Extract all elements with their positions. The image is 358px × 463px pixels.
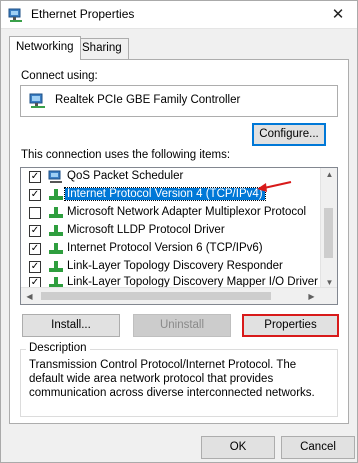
qos-scheduler-icon xyxy=(48,170,62,183)
adapter-name: Realtek PCIe GBE Family Controller xyxy=(55,94,241,106)
configure-button[interactable]: Configure... xyxy=(252,123,326,146)
close-icon[interactable]: ✕ xyxy=(319,1,357,29)
cancel-button[interactable]: Cancel xyxy=(281,436,355,459)
item-checkbox[interactable]: ✓ xyxy=(29,171,41,183)
item-label: Internet Protocol Version 4 (TCP/IPv4) xyxy=(64,187,266,201)
item-checkbox[interactable]: ✓ xyxy=(29,243,41,255)
uninstall-button: Uninstall xyxy=(133,314,231,337)
tab-networking[interactable]: Networking xyxy=(9,36,81,60)
tab-sharing[interactable]: Sharing xyxy=(75,38,129,59)
window-title: Ethernet Properties xyxy=(31,7,135,21)
vertical-scrollbar[interactable]: ▲ ▼ xyxy=(320,168,337,289)
protocol-icon xyxy=(49,207,63,218)
item-label: QoS Packet Scheduler xyxy=(67,170,184,182)
title-bar: Ethernet Properties ✕ xyxy=(1,1,357,29)
red-arrow-annotation-icon xyxy=(257,181,292,192)
properties-button[interactable]: Properties xyxy=(242,314,339,337)
ok-button[interactable]: OK xyxy=(201,436,275,459)
description-text: Transmission Control Protocol/Internet P… xyxy=(29,359,315,399)
protocol-icon xyxy=(49,225,63,236)
item-checkbox[interactable]: ✓ xyxy=(29,225,41,237)
network-adapter-icon xyxy=(29,93,45,108)
protocol-icon xyxy=(49,243,63,254)
list-item[interactable]: ✓ Internet Protocol Version 6 (TCP/IPv6) xyxy=(21,240,321,258)
items-label: This connection uses the following items… xyxy=(21,149,231,161)
protocol-icon xyxy=(49,189,63,200)
item-checkbox[interactable]: ✓ xyxy=(29,261,41,273)
item-checkbox[interactable] xyxy=(29,207,41,219)
install-button[interactable]: Install... xyxy=(22,314,120,337)
item-label: Internet Protocol Version 6 (TCP/IPv6) xyxy=(67,242,263,254)
scroll-down-icon[interactable]: ▼ xyxy=(321,278,337,287)
item-label: Microsoft LLDP Protocol Driver xyxy=(67,224,225,236)
ethernet-properties-dialog: Ethernet Properties ✕ Networking Sharing… xyxy=(0,0,358,463)
scroll-right-icon[interactable]: ▶ xyxy=(303,292,320,301)
item-checkbox[interactable]: ✓ xyxy=(29,189,41,201)
list-item[interactable]: ✓ Microsoft LLDP Protocol Driver xyxy=(21,222,321,240)
protocol-icon xyxy=(49,261,63,272)
description-title: Description xyxy=(26,342,90,354)
item-label: Microsoft Network Adapter Multiplexor Pr… xyxy=(67,206,307,218)
scroll-up-icon[interactable]: ▲ xyxy=(321,170,337,179)
item-label: Link-Layer Topology Discovery Responder xyxy=(67,260,283,272)
vertical-scroll-thumb[interactable] xyxy=(324,208,333,258)
adapter-box: Realtek PCIe GBE Family Controller xyxy=(20,85,338,117)
list-item[interactable]: Microsoft Network Adapter Multiplexor Pr… xyxy=(21,204,321,222)
scroll-left-icon[interactable]: ◀ xyxy=(21,292,38,301)
connect-using-label: Connect using: xyxy=(21,70,98,82)
horizontal-scrollbar[interactable]: ◀ ▶ xyxy=(21,287,337,304)
horizontal-scroll-thumb[interactable] xyxy=(41,292,271,300)
network-adapter-icon xyxy=(8,8,22,22)
